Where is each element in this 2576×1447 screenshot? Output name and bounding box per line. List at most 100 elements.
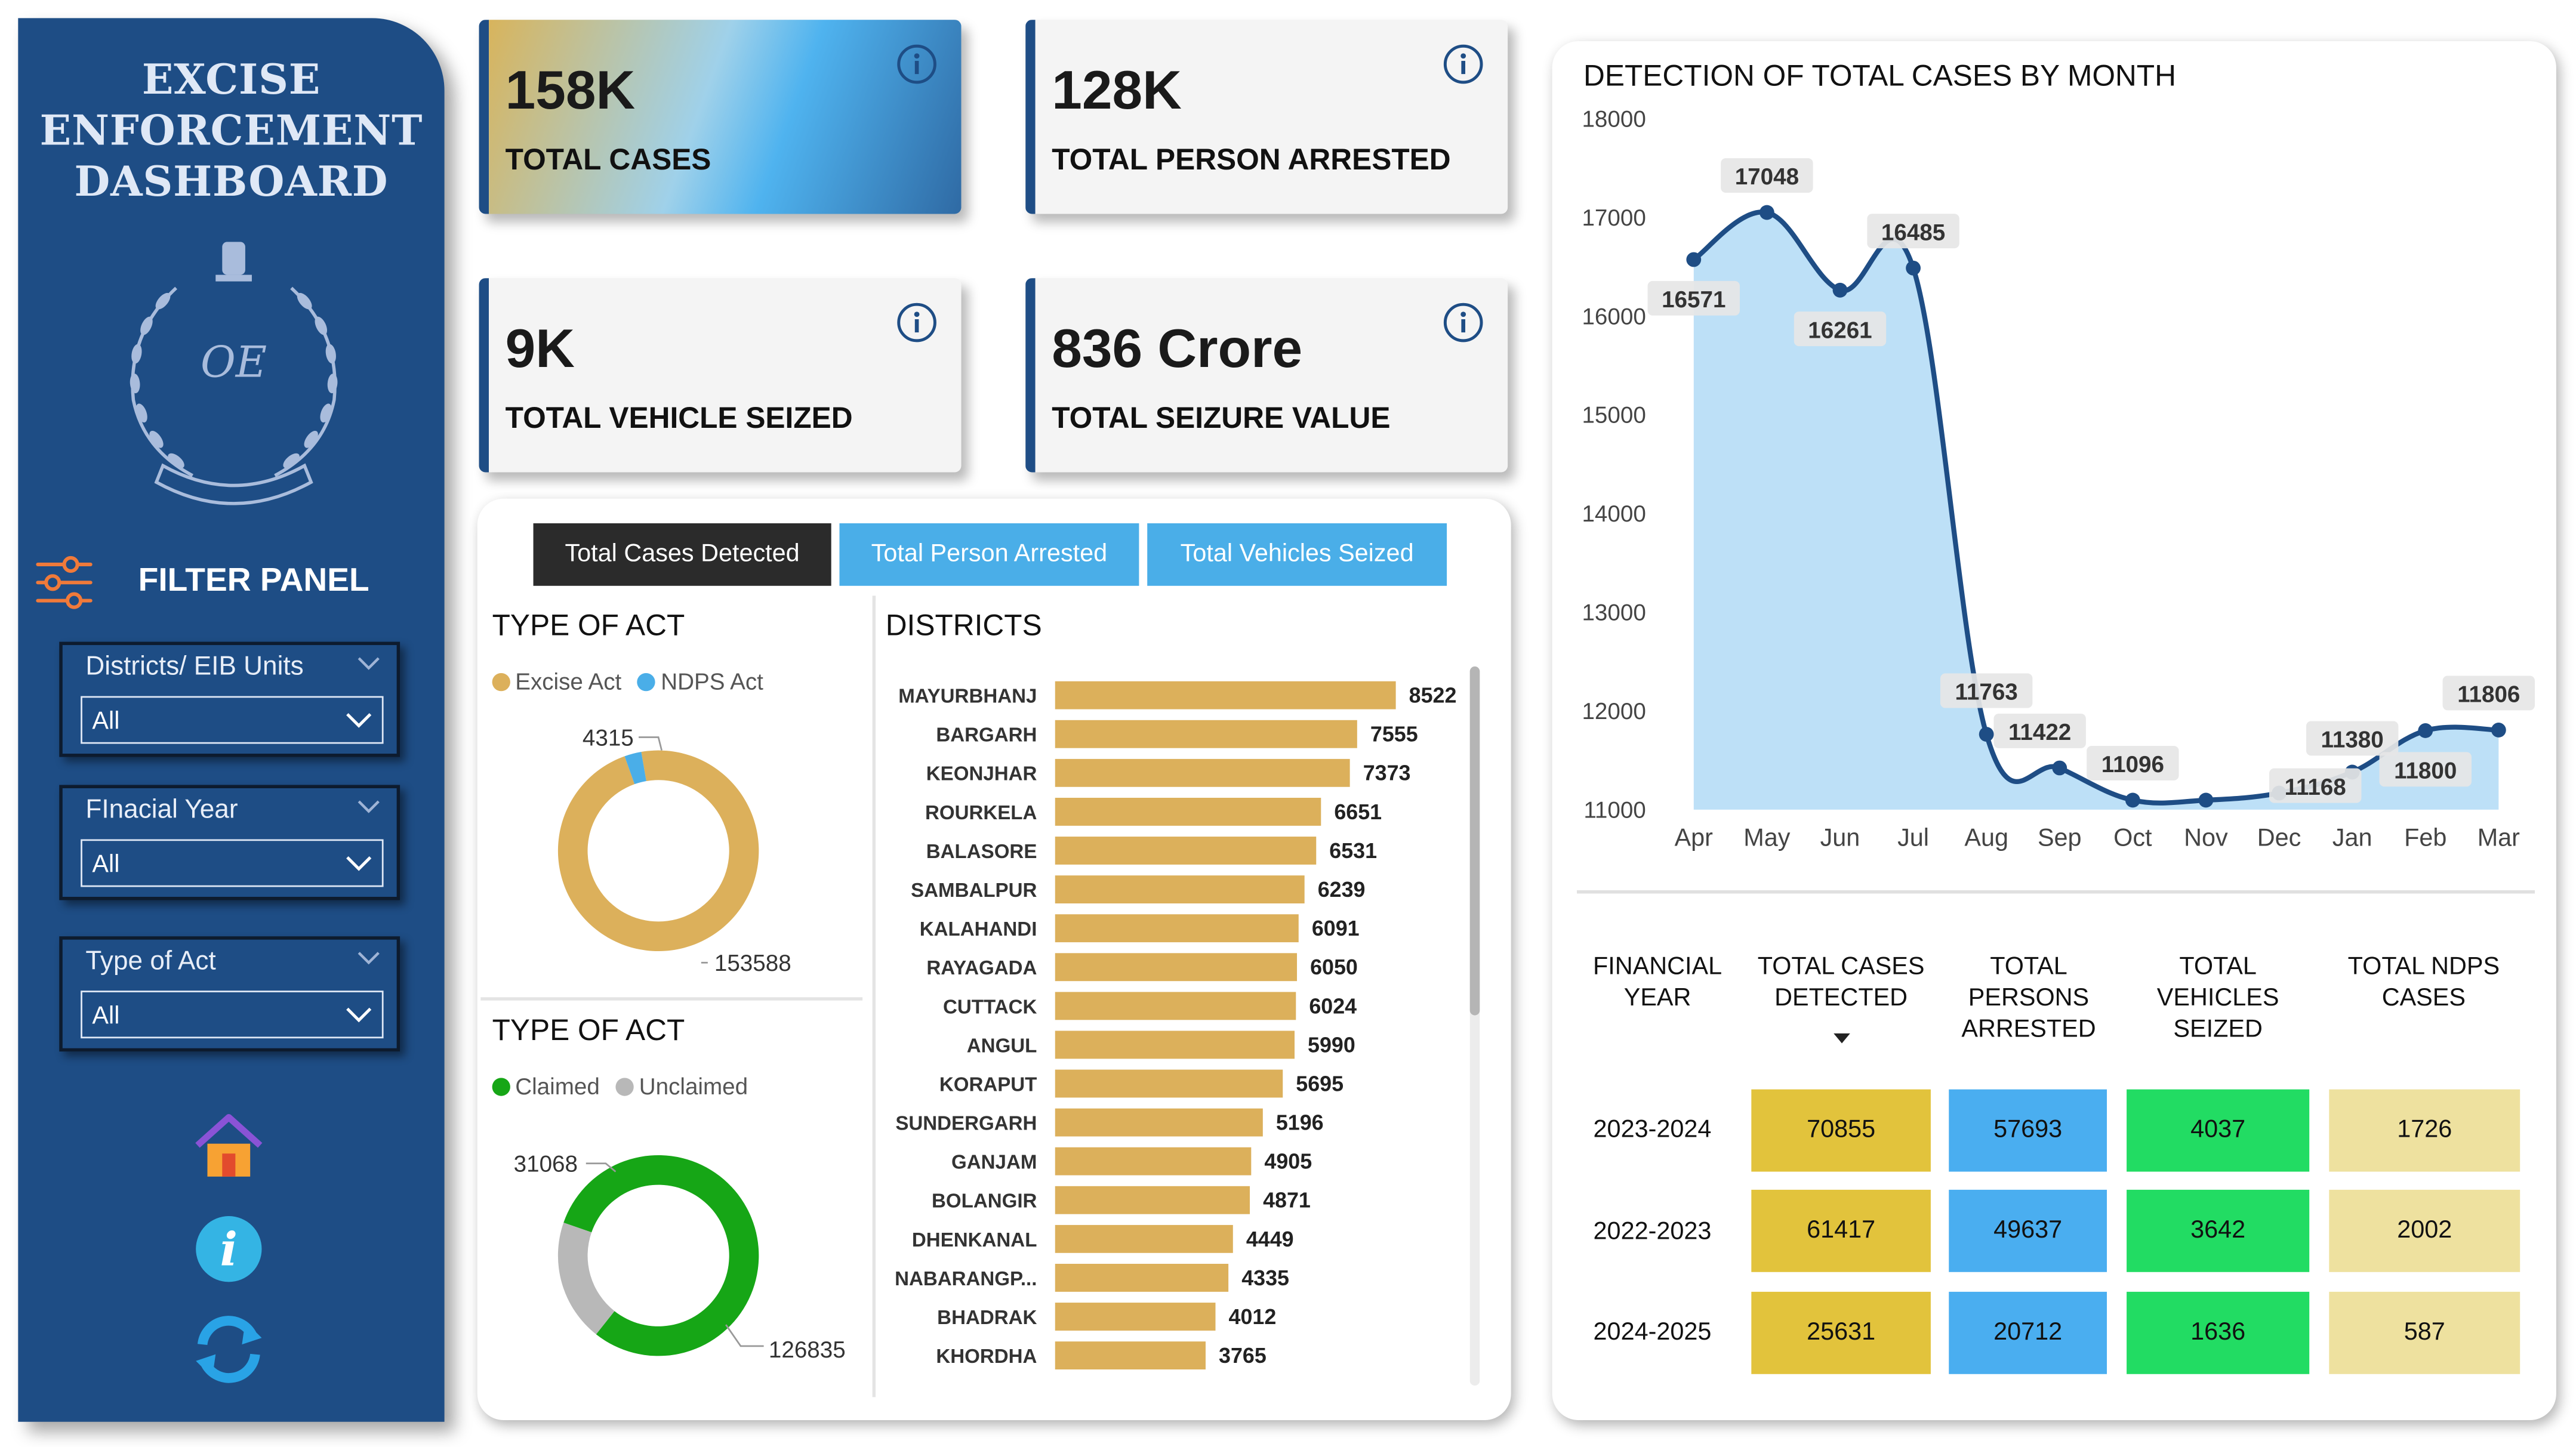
dropdown-value: All: [92, 1002, 120, 1031]
category-label: KEONJHAR: [926, 763, 1037, 785]
table-cell: 2002: [2329, 1189, 2520, 1272]
legend-swatch: [492, 672, 510, 692]
bar[interactable]: [1055, 1108, 1263, 1137]
divider: [1576, 890, 2535, 894]
data-label: 5695: [1296, 1072, 1344, 1096]
donut-slice[interactable]: [557, 1222, 615, 1335]
sort-desc-icon[interactable]: [1831, 1032, 1851, 1045]
kpi-caption: TOTAL SEIZURE VALUE: [1052, 401, 1391, 435]
x-tick-label: Mar: [2478, 824, 2520, 851]
scrollbar-track[interactable]: [1469, 666, 1480, 1386]
bar[interactable]: [1055, 758, 1350, 787]
bar[interactable]: [1055, 992, 1296, 1020]
info-icon[interactable]: [895, 301, 938, 344]
refresh-icon[interactable]: [189, 1312, 268, 1387]
bar[interactable]: [1055, 720, 1357, 748]
bar[interactable]: [1055, 1186, 1250, 1214]
data-point[interactable]: [1906, 260, 1921, 276]
data-point[interactable]: [2052, 760, 2067, 776]
bar[interactable]: [1055, 1263, 1229, 1292]
slicer-financial-year[interactable]: FInacial Year All: [59, 785, 400, 900]
kpi-caption: TOTAL CASES: [505, 143, 711, 177]
info-icon[interactable]: i: [194, 1214, 263, 1284]
kpi-total-seizure-value[interactable]: 836 Crore TOTAL SEIZURE VALUE: [1025, 278, 1508, 473]
bar[interactable]: [1055, 875, 1305, 904]
donut-chart-act: 153588 4315: [557, 725, 791, 976]
bar[interactable]: [1055, 1341, 1206, 1370]
bar[interactable]: [1055, 1069, 1283, 1098]
financial-year-dropdown[interactable]: All: [81, 839, 384, 887]
chart-legend: Claimed Unclaimed: [492, 1073, 748, 1099]
kpi-total-cases[interactable]: 158K TOTAL CASES: [479, 20, 962, 214]
legend-label[interactable]: Excise Act: [515, 668, 621, 695]
data-label: 3765: [1219, 1344, 1267, 1368]
chevron-down-icon[interactable]: [357, 798, 380, 815]
data-point[interactable]: [1979, 727, 1994, 742]
svg-text:i: i: [220, 1223, 238, 1277]
chart-title: TYPE OF ACT: [492, 1013, 685, 1047]
col-header-financial-year[interactable]: FINANCIAL YEAR: [1573, 951, 1741, 1014]
col-header-total-vehicles-seized[interactable]: TOTAL VEHICLES SEIZED: [2127, 951, 2309, 1045]
slicer-label: FInacial Year: [85, 796, 238, 825]
tab-total-vehicles-seized[interactable]: Total Vehicles Seized: [1147, 523, 1447, 586]
data-label: 31068: [514, 1152, 578, 1177]
header-line: SEIZED: [2173, 1015, 2263, 1044]
bar[interactable]: [1055, 1224, 1233, 1253]
svg-text:OE: OE: [201, 337, 267, 387]
bar[interactable]: [1055, 914, 1299, 943]
x-tick-label: Apr: [1675, 824, 1714, 851]
info-icon[interactable]: [1442, 43, 1485, 86]
legend-label[interactable]: NDPS Act: [661, 668, 763, 695]
table-cell: 1726: [2329, 1089, 2520, 1172]
type-of-act-dropdown[interactable]: All: [81, 991, 384, 1039]
divider: [480, 997, 863, 1001]
data-point[interactable]: [1832, 282, 1848, 298]
tab-total-cases-detected[interactable]: Total Cases Detected: [533, 523, 831, 586]
slicer-districts[interactable]: Districts/ EIB Units All: [59, 641, 400, 757]
home-icon[interactable]: [193, 1111, 265, 1180]
bar[interactable]: [1055, 681, 1396, 709]
data-label: 6651: [1334, 800, 1382, 824]
data-point[interactable]: [2418, 723, 2433, 738]
legend-label[interactable]: Unclaimed: [639, 1073, 748, 1099]
bar[interactable]: [1055, 1031, 1295, 1059]
monthly-area-chart: 11000 12000 13000 14000 15000 16000 17000 18000…: [1582, 106, 2535, 851]
data-point[interactable]: [2198, 792, 2214, 808]
category-label: SUNDERGARH: [895, 1113, 1037, 1135]
data-label: 11763: [1955, 680, 2018, 705]
legend-label[interactable]: Claimed: [515, 1073, 600, 1099]
donut-slice[interactable]: [557, 750, 759, 952]
filter-panel-header: FILTER PANEL: [35, 548, 430, 613]
col-header-total-ndps-cases[interactable]: TOTAL NDPS CASES: [2328, 951, 2520, 1014]
bar[interactable]: [1055, 837, 1317, 865]
y-tick-label: 16000: [1582, 304, 1646, 329]
category-label: MAYURBHANJ: [898, 686, 1037, 708]
info-icon[interactable]: [895, 43, 938, 86]
col-header-total-cases[interactable]: TOTAL CASES DETECTED: [1751, 951, 1931, 1053]
category-label: ANGUL: [967, 1035, 1037, 1057]
bar[interactable]: [1055, 1303, 1216, 1331]
tab-total-person-arrested[interactable]: Total Person Arrested: [839, 523, 1139, 586]
sliders-icon: [36, 556, 93, 609]
area-fill: [1693, 212, 2499, 810]
scrollbar-thumb[interactable]: [1469, 666, 1480, 1016]
info-icon[interactable]: [1442, 301, 1485, 344]
slicer-type-of-act[interactable]: Type of Act All: [59, 936, 400, 1052]
header-line: ARRESTED: [1961, 1015, 2096, 1044]
header-line: TOTAL: [2179, 952, 2257, 981]
chevron-down-icon[interactable]: [357, 655, 380, 672]
data-point[interactable]: [2125, 792, 2140, 808]
data-point[interactable]: [1759, 205, 1774, 220]
bar[interactable]: [1055, 1147, 1252, 1176]
bar[interactable]: [1055, 797, 1321, 826]
kpi-total-person-arrested[interactable]: 128K TOTAL PERSON ARRESTED: [1025, 20, 1508, 214]
leader-line: [725, 1324, 764, 1347]
col-header-total-persons-arrested[interactable]: TOTAL PERSONS ARRESTED: [1937, 951, 2120, 1045]
data-point[interactable]: [1686, 252, 1702, 267]
chevron-down-icon[interactable]: [357, 949, 380, 966]
districts-dropdown[interactable]: All: [81, 696, 384, 744]
data-label: 8522: [1409, 684, 1457, 708]
data-point[interactable]: [2491, 723, 2506, 738]
kpi-total-vehicle-seized[interactable]: 9K TOTAL VEHICLE SEIZED: [479, 278, 962, 473]
bar[interactable]: [1055, 953, 1298, 982]
